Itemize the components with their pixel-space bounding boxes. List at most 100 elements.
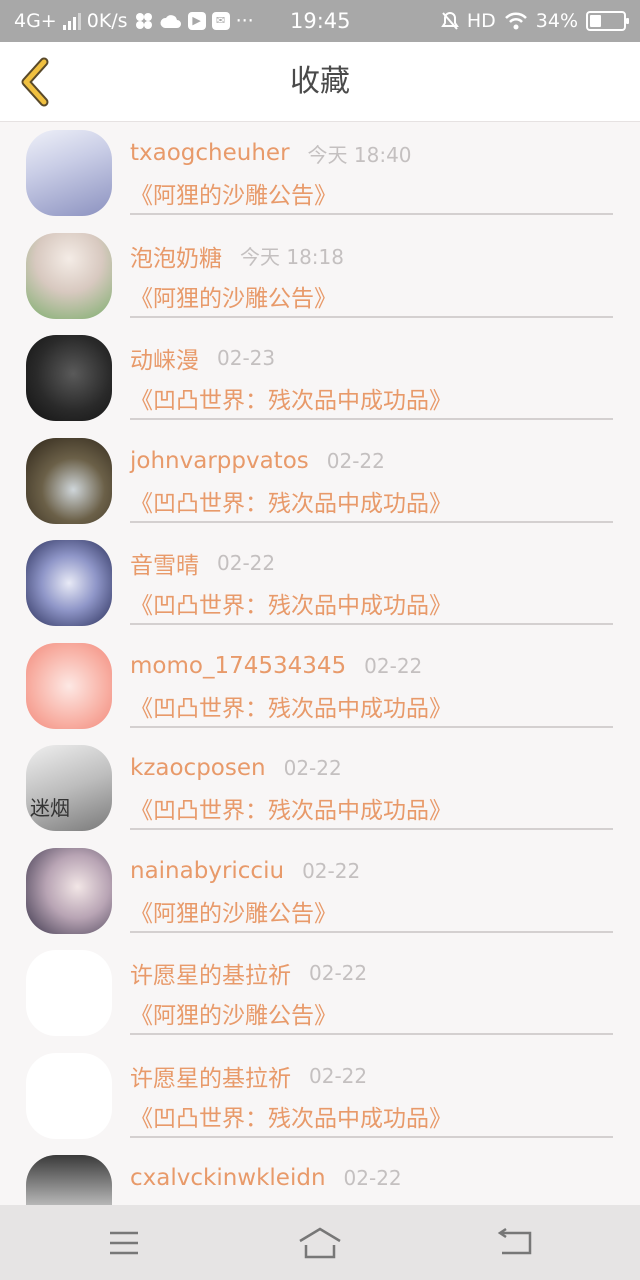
avatar[interactable] [26, 540, 112, 626]
timestamp: 02-23 [217, 346, 276, 370]
work-title-link[interactable]: 《阿狸的沙雕公告》 [130, 894, 337, 928]
avatar[interactable] [26, 130, 112, 216]
avatar[interactable] [26, 642, 112, 729]
avatar[interactable] [26, 232, 112, 319]
more-notifications: ··· [235, 10, 254, 32]
work-title-link[interactable]: 《阿狸的沙雕公告》 [130, 279, 337, 313]
work-title-link[interactable]: 《凹凸世界：残次品中成功品》 [130, 381, 452, 415]
divider [130, 725, 613, 728]
app-header: 收藏 [0, 42, 640, 122]
name-line: 许愿星的基拉祈 02-22 [130, 1059, 367, 1093]
name-line: johnvarppvatos 02-22 [130, 444, 385, 478]
work-title-link[interactable]: 《凹凸世界：残次品中成功品》 [130, 689, 452, 723]
user-name[interactable]: cxalvckinwkleidn [130, 1165, 326, 1191]
avatar[interactable] [26, 1155, 112, 1205]
list-item[interactable]: 许愿星的基拉祈 02-22 《阿狸的沙雕公告》 [0, 942, 640, 1045]
timestamp: 02-22 [283, 756, 342, 780]
divider [130, 828, 613, 830]
home-icon [299, 1227, 341, 1259]
timestamp: 02-22 [302, 858, 361, 883]
system-nav-bar [0, 1205, 640, 1280]
net-speed: 0K/s [86, 10, 128, 32]
work-title-link[interactable]: 《凹凸世界：残次品中成功品》 [130, 1099, 452, 1133]
name-line: momo_174534345 02-22 [130, 649, 422, 683]
list-item[interactable]: 许愿星的基拉祈 02-22 《凹凸世界：残次品中成功品》 [0, 1045, 640, 1148]
avatar[interactable]: 迷烟 [26, 745, 112, 831]
status-bar: 4G+ 0K/s ▶ ✉ ··· 19:45 HD 34% [0, 0, 640, 42]
timestamp: 02-22 [217, 551, 276, 575]
timestamp: 02-22 [364, 653, 423, 678]
user-name[interactable]: 音雪晴 [130, 546, 199, 580]
divider [130, 1135, 613, 1138]
timestamp: 02-22 [326, 448, 385, 473]
signal-icon [62, 12, 81, 30]
name-line: cxalvckinwkleidn 02-22 [130, 1161, 402, 1195]
user-name[interactable]: momo_174534345 [130, 653, 346, 679]
list-item[interactable]: momo_174534345 02-22 《凹凸世界：残次品中成功品》 [0, 635, 640, 738]
page-title: 收藏 [290, 64, 350, 99]
work-title-link[interactable]: 《凹凸世界：残次品中成功品》 [130, 586, 452, 620]
favorites-list: txaogcheuher 今天 18:40 《阿狸的沙雕公告》 泡泡奶糖 今天 18:1… [0, 122, 640, 1205]
timestamp: 今天 18:40 [307, 142, 412, 167]
timestamp: 02-22 [309, 1063, 368, 1088]
user-name[interactable]: 许愿星的基拉祈 [130, 956, 291, 990]
user-name[interactable]: 许愿星的基拉祈 [130, 1059, 291, 1093]
home-button[interactable] [296, 1219, 344, 1267]
user-name[interactable]: txaogcheuher [130, 140, 290, 166]
name-line: 许愿星的基拉祈 02-22 [130, 956, 367, 990]
list-item[interactable]: 泡泡奶糖 今天 18:18 《阿狸的沙雕公告》 [0, 225, 640, 328]
pinwheel-icon [135, 13, 152, 29]
menu-icon [110, 1231, 138, 1255]
user-name[interactable]: kzaocposen [130, 755, 266, 781]
hd-label: HD [466, 10, 496, 32]
avatar-caption: 迷烟 [30, 796, 70, 820]
divider [130, 418, 613, 420]
return-button[interactable] [492, 1219, 540, 1267]
list-item[interactable]: txaogcheuher 今天 18:40 《阿狸的沙雕公告》 [0, 122, 640, 225]
work-title-link[interactable]: 《凹凸世界：残次品中成功品》 [130, 791, 452, 825]
battery-level [590, 15, 601, 27]
clock: 19:45 [290, 9, 351, 33]
divider [130, 213, 613, 215]
status-bar-right: HD 34% [440, 0, 629, 42]
avatar[interactable] [26, 847, 112, 934]
mail-app-icon: ✉ [211, 12, 230, 30]
name-line: txaogcheuher 今天 18:40 [130, 136, 412, 170]
work-title-link[interactable]: 《阿狸的沙雕公告》 [130, 996, 337, 1030]
battery-percent: 34% [535, 10, 578, 32]
network-type: 4G+ [14, 10, 57, 32]
avatar[interactable] [26, 1052, 112, 1139]
status-bar-left: 4G+ 0K/s ▶ ✉ ··· [14, 0, 254, 42]
user-name[interactable]: nainabyricciu [130, 858, 284, 884]
work-title-link[interactable]: 《阿狸的沙雕公告》 [130, 176, 337, 210]
timestamp: 02-22 [343, 1166, 402, 1190]
work-title-link[interactable]: 《凹凸世界：残次品中成功品》 [130, 484, 452, 518]
list-item[interactable]: johnvarppvatos 02-22 《凹凸世界：残次品中成功品》 [0, 430, 640, 533]
divider [130, 520, 613, 523]
list-item[interactable]: cxalvckinwkleidn 02-22 [0, 1147, 640, 1205]
user-name[interactable]: 泡泡奶糖 [130, 239, 222, 273]
menu-button[interactable] [100, 1219, 148, 1267]
user-name[interactable]: 动崃漫 [130, 341, 199, 375]
avatar[interactable] [26, 437, 112, 524]
name-line: 动崃漫 02-23 [130, 341, 275, 375]
list-item[interactable]: 音雪晴 02-22 《凹凸世界：残次品中成功品》 [0, 532, 640, 635]
list-item[interactable]: 动崃漫 02-23 《凹凸世界：残次品中成功品》 [0, 327, 640, 430]
list-item[interactable]: 迷烟 kzaocposen 02-22 《凹凸世界：残次品中成功品》 [0, 737, 640, 840]
return-icon [497, 1227, 532, 1255]
divider [130, 1033, 613, 1035]
avatar[interactable] [26, 335, 112, 421]
wifi-icon [504, 12, 527, 30]
timestamp: 今天 18:18 [240, 245, 344, 269]
divider [130, 315, 613, 318]
name-line: 音雪晴 02-22 [130, 546, 275, 580]
divider [130, 623, 613, 625]
mute-bell-icon [440, 11, 459, 30]
avatar[interactable] [26, 950, 112, 1036]
name-line: 泡泡奶糖 今天 18:18 [130, 239, 344, 273]
list-item[interactable]: nainabyricciu 02-22 《阿狸的沙雕公告》 [0, 840, 640, 943]
name-line: kzaocposen 02-22 [130, 751, 342, 785]
name-line: nainabyricciu 02-22 [130, 854, 360, 888]
cloud-icon [160, 15, 181, 28]
user-name[interactable]: johnvarppvatos [130, 448, 309, 474]
